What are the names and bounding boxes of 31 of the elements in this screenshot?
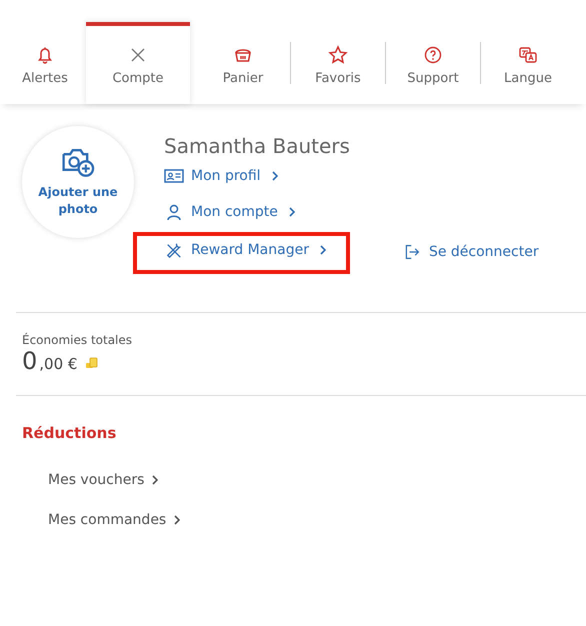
tools-icon [164,242,184,258]
chevron-icon [288,207,295,217]
chevron-icon [174,515,180,525]
coins-icon [85,357,100,369]
account-link[interactable]: Mon compte [164,204,295,220]
camera-add-icon [61,146,95,178]
tab[interactable]: Compte [86,22,190,104]
reduction-link[interactable]: Mes commandes [0,500,586,540]
user-name: Samantha Bauters [164,134,351,158]
tab[interactable]: Support [386,22,480,104]
bell-icon [35,44,55,64]
help-icon [423,44,443,64]
reduction-link[interactable]: Mes vouchers [0,460,586,500]
chevron-icon [152,475,158,485]
id-card-icon [164,168,184,184]
star-icon [328,44,348,64]
chevron-icon [320,245,326,255]
amount-decimals: ,00 € [39,355,78,373]
tab[interactable]: Panier [196,22,290,104]
amount-integer: 0 [22,347,38,375]
tab[interactable]: Langue [481,22,575,104]
logout-link[interactable]: Se déconnecter [402,244,539,260]
section-title: Réductions [21,423,118,444]
translate-icon [518,44,538,64]
chevron-icon [272,171,278,181]
account-link[interactable]: Mon profil [164,168,278,184]
account-link[interactable]: Reward Manager [164,242,326,258]
add-photo-button[interactable]: Ajouter une photo [22,126,134,238]
tab[interactable]: Favoris [291,22,385,104]
tab[interactable]: Alertes [10,22,80,104]
savings-label: Économies totales [22,333,134,347]
